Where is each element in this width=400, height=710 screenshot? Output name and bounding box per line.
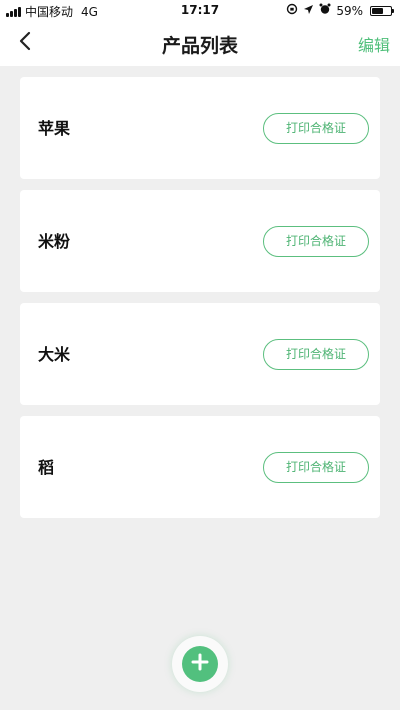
print-certificate-button[interactable]: 打印合格证 — [263, 339, 369, 370]
product-name: 大米 — [38, 345, 71, 364]
product-card[interactable]: 稻 打印合格证 — [20, 416, 380, 518]
add-product-button-container — [172, 636, 228, 692]
add-product-button[interactable] — [182, 646, 218, 682]
product-card[interactable]: 米粉 打印合格证 — [20, 190, 380, 292]
alarm-icon — [319, 3, 331, 18]
status-right: 59% — [286, 3, 394, 18]
page-title: 产品列表 — [161, 35, 238, 57]
product-name: 米粉 — [38, 232, 71, 251]
location-icon — [303, 4, 314, 18]
battery-percent: 59% — [336, 3, 363, 18]
product-card[interactable]: 大米 打印合格证 — [20, 303, 380, 405]
navigation-bar: 产品列表 编辑 — [0, 20, 400, 66]
product-name: 稻 — [38, 458, 55, 477]
rotation-lock-icon — [286, 3, 298, 18]
product-card[interactable]: 苹果 打印合格证 — [20, 77, 380, 179]
battery-tip — [392, 8, 394, 13]
battery-fill — [372, 7, 383, 14]
edit-button[interactable]: 编辑 — [358, 32, 390, 56]
product-name: 苹果 — [38, 119, 71, 138]
battery-icon — [370, 5, 394, 16]
print-certificate-button[interactable]: 打印合格证 — [263, 452, 369, 483]
print-certificate-button[interactable]: 打印合格证 — [263, 226, 369, 257]
print-certificate-button[interactable]: 打印合格证 — [263, 113, 369, 144]
status-bar: 中国移动 4G 17:17 59% — [0, 0, 400, 20]
plus-icon — [191, 653, 209, 675]
